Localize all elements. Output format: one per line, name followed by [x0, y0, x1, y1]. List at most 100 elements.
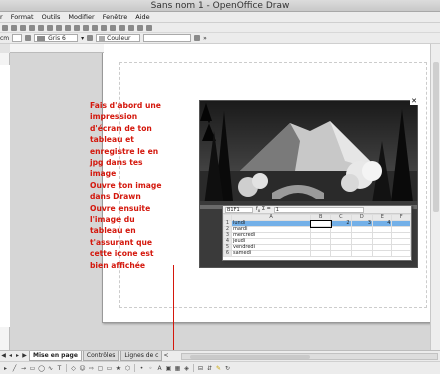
close-icon[interactable]: ✕: [410, 97, 418, 105]
table-cell: [391, 250, 411, 257]
fill-style-combo[interactable]: Gris 6: [34, 34, 79, 42]
3d-objects-icon[interactable]: ⬡: [124, 365, 131, 372]
instruction-line: Ouvre ton image: [90, 180, 162, 190]
line-style-icon[interactable]: [87, 35, 94, 41]
drawing-toolbar: ▸ ╱ → ▭ ◯ ∿ T ◇ ☺ ⇨ ▢ ▭ ★ ⬡ • ◦ A ▣ ▦ ◈ …: [0, 361, 440, 374]
function-wizard-icon: fx Σ =: [256, 206, 271, 213]
prev-tab-icon[interactable]: ◂: [7, 352, 14, 360]
stars-icon[interactable]: ★: [115, 365, 122, 372]
toolbar-separator: [66, 364, 67, 372]
line-icon[interactable]: ╱: [11, 365, 18, 372]
line-arrow-icon[interactable]: →: [20, 365, 27, 372]
menu-bar: r Format Outils Modifier Fenêtre Aide: [0, 12, 440, 23]
first-tab-icon[interactable]: ◀: [0, 352, 7, 360]
fontwork-icon[interactable]: A: [156, 365, 163, 372]
email-icon[interactable]: [29, 24, 35, 31]
cut-icon[interactable]: [74, 24, 80, 31]
effects-icon[interactable]: ✎: [215, 365, 222, 372]
vertical-ruler: [0, 53, 10, 350]
table-cell: [350, 250, 374, 257]
menu-item-outils[interactable]: Outils: [38, 13, 65, 21]
spreadsheet-screenshot: B1F1 fx Σ = 1 A B C D E F 1 lundi 2 3 4 …: [222, 205, 412, 261]
points-icon[interactable]: •: [138, 365, 145, 372]
extrusion-icon[interactable]: ◈: [183, 365, 190, 372]
rectangle-icon[interactable]: ▭: [29, 365, 36, 372]
instruction-line: Ouvre ensuite: [90, 203, 151, 213]
table-cell: [372, 250, 393, 257]
pdf-icon[interactable]: [47, 24, 53, 31]
open-icon[interactable]: [11, 24, 17, 31]
menu-item-format[interactable]: Format: [7, 13, 38, 21]
horizontal-scrollbar[interactable]: [181, 352, 438, 360]
area-style-combo[interactable]: Couleur: [96, 34, 141, 42]
text-icon[interactable]: T: [56, 365, 63, 372]
curve-icon[interactable]: ∿: [47, 365, 54, 372]
instruction-line: dans Drawn: [90, 192, 141, 202]
ellipse-icon[interactable]: ◯: [38, 365, 45, 372]
instruction-line: jpg dans tes: [90, 158, 143, 168]
undo-icon[interactable]: [101, 24, 107, 31]
rotate-icon[interactable]: ↻: [224, 365, 231, 372]
spellcheck-icon[interactable]: [65, 24, 71, 31]
area-style-value: Couleur: [107, 34, 131, 42]
spreadsheet-grid: A B C D E F 1 lundi 2 3 4 2 mardi 3 merc…: [223, 214, 411, 257]
align-icon[interactable]: ⊟: [197, 365, 204, 372]
save-icon[interactable]: [20, 24, 26, 31]
callouts-icon[interactable]: ▭: [106, 365, 113, 372]
table-cell: [330, 250, 352, 257]
gallery-icon[interactable]: ▦: [174, 365, 181, 372]
last-tab-icon[interactable]: ▶: [21, 352, 28, 360]
area-swatch-icon: [99, 35, 106, 41]
formula-input: 1: [273, 206, 364, 213]
redo-icon[interactable]: [110, 24, 116, 31]
chevron-down-icon[interactable]: ▾: [81, 35, 84, 42]
line-width-field[interactable]: [12, 34, 23, 42]
tab-mise-en-page[interactable]: Mise en page: [29, 351, 82, 361]
paste-icon[interactable]: [92, 24, 98, 31]
chevron-left-icon[interactable]: <: [162, 352, 169, 360]
row-number: 6: [223, 250, 232, 257]
instruction-line: impression: [90, 112, 138, 122]
glue-points-icon[interactable]: ◦: [147, 365, 154, 372]
annotation-arrow-line: [173, 265, 174, 361]
formula-bar: B1F1 fx Σ = 1: [223, 206, 411, 214]
select-arrow-icon[interactable]: ▸: [2, 365, 9, 372]
arrange-icon[interactable]: ⇵: [206, 365, 213, 372]
basic-shapes-icon[interactable]: ◇: [70, 365, 77, 372]
new-icon[interactable]: [2, 24, 8, 31]
edit-icon[interactable]: [38, 24, 44, 31]
shadow-icon[interactable]: [194, 35, 201, 41]
tab-lignes-de-cote[interactable]: Lignes de c: [120, 351, 163, 361]
tab-controles[interactable]: Contrôles: [82, 351, 120, 361]
instruction-line: d'écran de ton: [90, 123, 152, 133]
menu-item-aide[interactable]: Aide: [131, 13, 153, 21]
scrollbar-thumb[interactable]: [190, 354, 311, 359]
toolbar-separator: [193, 364, 194, 372]
menu-item-modifier[interactable]: Modifier: [64, 13, 98, 21]
area-icon[interactable]: [25, 35, 32, 41]
vertical-scrollbar[interactable]: [430, 44, 440, 350]
horizontal-ruler: [10, 44, 430, 53]
chevron-right-icon[interactable]: »: [203, 35, 207, 42]
next-tab-icon[interactable]: ▸: [14, 352, 21, 360]
instruction-line: Fais d'abord une: [90, 101, 161, 110]
chart-icon[interactable]: [119, 24, 125, 31]
menu-item-fenetre[interactable]: Fenêtre: [99, 13, 132, 21]
help-icon[interactable]: [146, 24, 152, 31]
zoom-icon[interactable]: [137, 24, 143, 31]
copy-icon[interactable]: [83, 24, 89, 31]
print-icon[interactable]: [56, 24, 62, 31]
instruction-text: Fais d'abord une impression d'écran de t…: [90, 100, 196, 271]
toolbar-separator: [134, 364, 135, 372]
flowchart-icon[interactable]: ▢: [97, 365, 104, 372]
table-icon[interactable]: [128, 24, 134, 31]
cell-reference-box: B1F1: [225, 206, 253, 213]
block-arrows-icon[interactable]: ⇨: [88, 365, 95, 372]
symbol-shapes-icon[interactable]: ☺: [79, 365, 86, 372]
color-combo[interactable]: [143, 34, 192, 42]
menu-item-format-partial[interactable]: r: [0, 13, 7, 21]
table-cell: [310, 250, 332, 257]
fill-swatch-icon: [37, 35, 46, 41]
from-file-icon[interactable]: ▣: [165, 365, 172, 372]
scrollbar-thumb[interactable]: [433, 62, 439, 212]
